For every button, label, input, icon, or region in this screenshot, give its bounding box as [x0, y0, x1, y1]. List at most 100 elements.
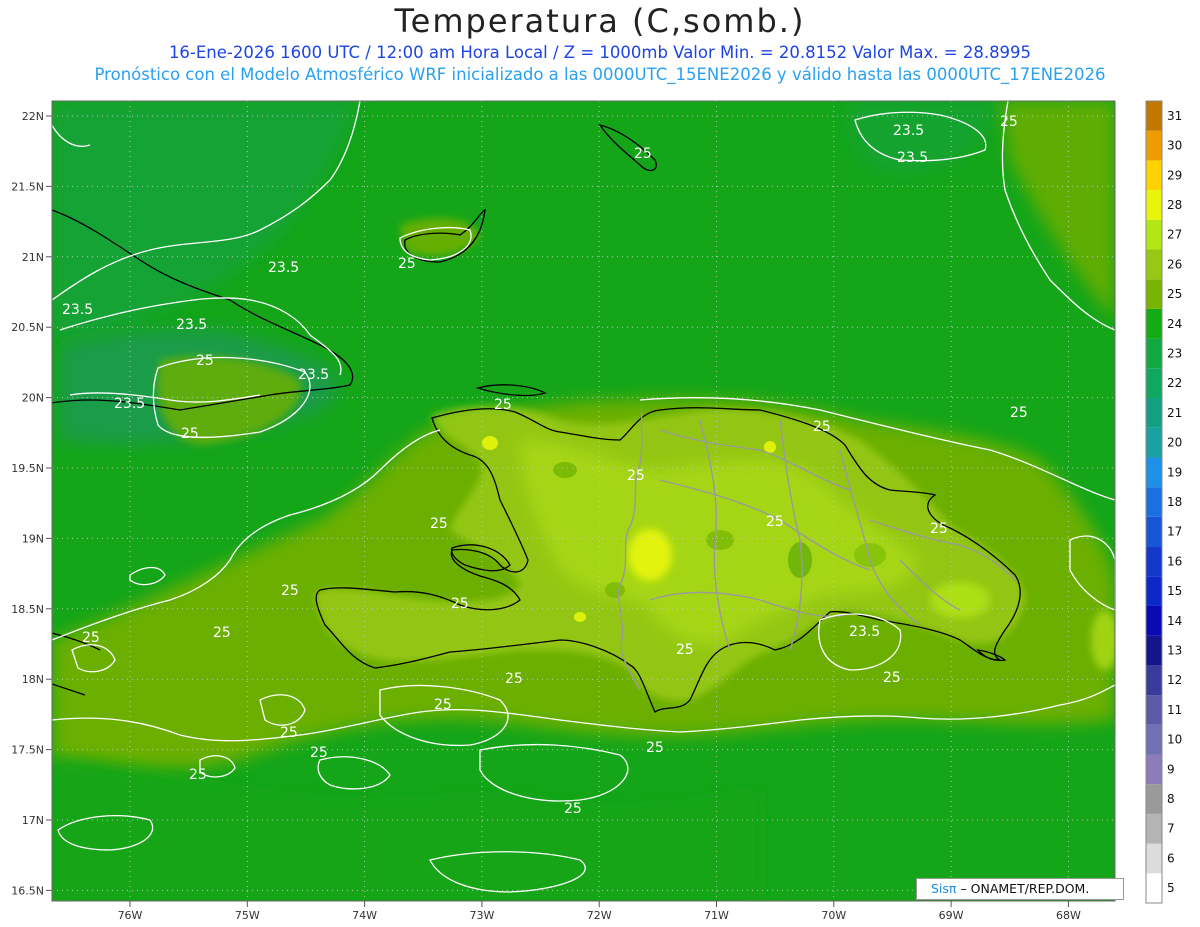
colorbar-swatch [1146, 130, 1162, 161]
colorbar-label: 31 [1167, 109, 1182, 123]
colorbar-swatch [1146, 249, 1162, 280]
contour-label: 25 [434, 697, 452, 713]
colorbar-swatch [1146, 219, 1162, 250]
land-patch-25 [553, 462, 577, 478]
contour-label: 23.5 [897, 150, 928, 166]
contour-label: 25 [676, 642, 694, 658]
contour-label: 25 [1010, 405, 1028, 421]
contour-label: 25 [196, 353, 214, 369]
colorbar-label: 8 [1167, 792, 1175, 806]
lat-label: 17.5N [11, 744, 44, 757]
lat-label: 17N [22, 814, 44, 827]
contour-label: 25 [930, 521, 948, 537]
contour-label: 25 [564, 801, 582, 817]
hotspot-28-north [764, 441, 776, 453]
contour-label: 25 [189, 767, 207, 783]
lon-label: 75W [235, 909, 260, 922]
colorbar-label: 21 [1167, 406, 1182, 420]
contour-label: 25 [627, 468, 645, 484]
contour-label: 23.5 [849, 624, 880, 640]
colorbar-label: 25 [1167, 287, 1182, 301]
contour-label: 25 [494, 397, 512, 413]
colorbar-label: 27 [1167, 228, 1182, 242]
contour-label: 25 [82, 630, 100, 646]
colorbar-label: 20 [1167, 436, 1182, 450]
contour-label: 23.5 [62, 302, 93, 318]
contour-label: 25 [398, 256, 416, 272]
colorbar-swatch [1146, 784, 1162, 814]
map-plot-area: 23.5 23.5 23.5 23.5 23.5 23.5 23.5 23.5 … [52, 101, 1115, 901]
colorbar-swatch [1146, 160, 1162, 191]
lat-label: 19N [22, 532, 44, 545]
latitude-axis: 22N 21.5N 21N 20.5N 20N 19.5N 19N 18.5N 18N 17.5N… [11, 110, 52, 897]
longitude-axis: 76W 75W 74W 73W 72W 71W 70W 69W 68W [118, 901, 1081, 922]
contour-label: 23.5 [114, 396, 145, 412]
contour-label: 25 [883, 670, 901, 686]
colorbar-label: 19 [1167, 465, 1182, 479]
colorbar-swatch [1146, 635, 1162, 666]
lat-label: 16.5N [11, 884, 44, 897]
contour-label: 25 [451, 596, 469, 612]
colorbar-label: 13 [1167, 644, 1182, 658]
colorbar-label: 9 [1167, 762, 1175, 776]
lon-label: 68W [1056, 909, 1081, 922]
credit-text: – ONAMET/REP.DOM. [960, 881, 1090, 896]
contour-label: 25 [310, 745, 328, 761]
lon-label: 73W [469, 909, 494, 922]
colorbar-label: 18 [1167, 495, 1182, 509]
colorbar-label: 17 [1167, 525, 1182, 539]
colorbar-label: 10 [1167, 733, 1182, 747]
colorbar-swatch [1146, 338, 1162, 369]
colorbar-label: 26 [1167, 257, 1182, 271]
colorbar-label: 6 [1167, 851, 1175, 865]
colorbar-swatch [1146, 873, 1162, 903]
colorbar-swatch [1146, 754, 1162, 785]
colorbar-label: 22 [1167, 376, 1182, 390]
contour-label: 25 [213, 625, 231, 641]
colorbar-swatch [1146, 695, 1162, 725]
colorbar-swatch [1146, 665, 1162, 696]
colorbar-swatch [1146, 576, 1162, 606]
colorbar-swatch [1146, 487, 1162, 517]
contour-label: 25 [281, 583, 299, 599]
contour-label: 23.5 [268, 260, 299, 276]
hotspot-28-central [628, 529, 672, 581]
colorbar-swatch [1146, 398, 1162, 428]
contour-label: 23.5 [298, 367, 329, 383]
colorbar-legend: 5 6 7 8 9 10 11 12 13 14 15 16 17 18 19 20 21 22 23 24 25 26 2… [1145, 100, 1182, 904]
colorbar-label: 29 [1167, 168, 1182, 182]
colorbar-label: 12 [1167, 673, 1182, 687]
contour-label: 25 [634, 146, 652, 162]
contour-label: 25 [505, 671, 523, 687]
colorbar-label: 14 [1167, 614, 1182, 628]
lon-label: 72W [587, 909, 612, 922]
land-patch-25 [706, 530, 734, 550]
colorbar-swatch [1146, 190, 1162, 220]
colorbar-label: 28 [1167, 198, 1182, 212]
temperature-map: 23.5 23.5 23.5 23.5 23.5 23.5 23.5 23.5 … [11, 100, 1182, 922]
colorbar-swatch [1146, 813, 1162, 844]
colorbar-swatch [1146, 516, 1162, 547]
contour-label: 25 [1000, 114, 1018, 130]
colorbar-swatch [1146, 605, 1162, 636]
colorbar-label: 16 [1167, 554, 1182, 568]
lat-label: 22N [22, 110, 44, 123]
land-patch-25 [854, 543, 886, 567]
contour-label: 23.5 [893, 123, 924, 139]
contour-label: 25 [181, 426, 199, 442]
contour-label: 25 [646, 740, 664, 756]
lat-label: 18N [22, 673, 44, 686]
colorbar-swatch [1146, 546, 1162, 577]
colorbar-label: 5 [1167, 881, 1175, 895]
lat-label: 21N [22, 251, 44, 264]
colorbar-label: 30 [1167, 139, 1182, 153]
lat-label: 21.5N [11, 180, 44, 193]
colorbar-swatch [1146, 101, 1162, 131]
lat-label: 18.5N [11, 603, 44, 616]
lon-label: 74W [352, 909, 377, 922]
contour-label: 25 [430, 516, 448, 532]
lat-label: 20.5N [11, 321, 44, 334]
land-patch-25 [788, 542, 812, 578]
colorbar-swatch [1146, 457, 1162, 488]
colorbar-swatch [1146, 427, 1162, 458]
